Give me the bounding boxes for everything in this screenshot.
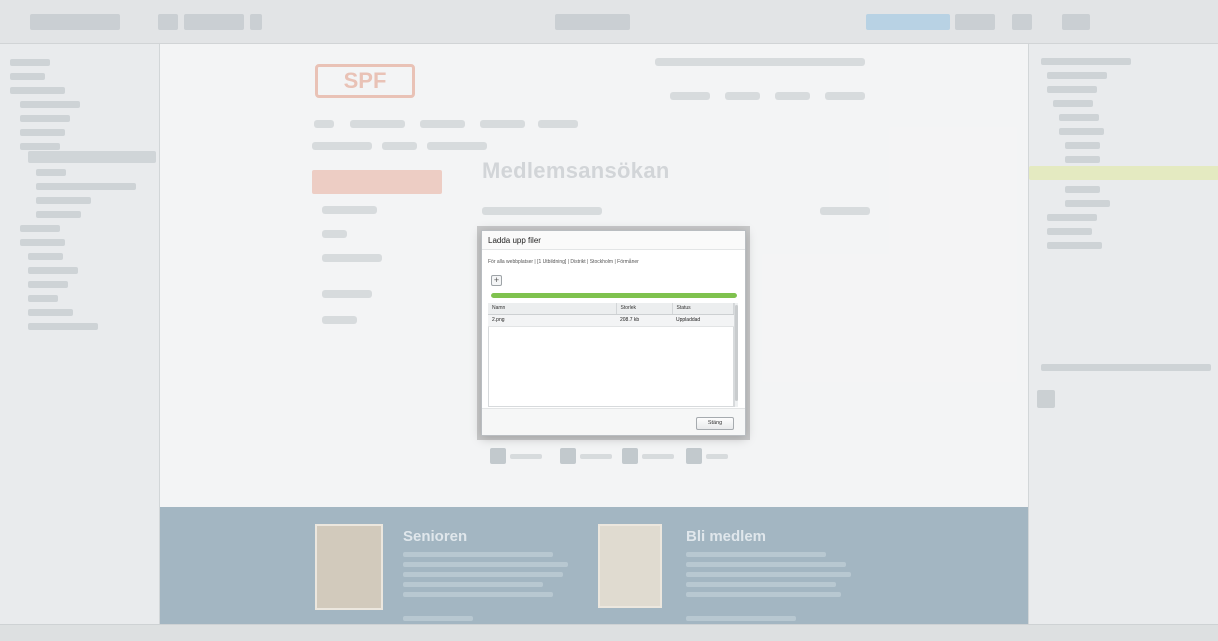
file-status: Uppladdad: [672, 314, 734, 327]
table-header-row: Namn Storlek Status: [488, 303, 734, 315]
file-list-scrollbar[interactable]: [734, 303, 738, 407]
file-name: 2.png: [488, 314, 616, 327]
add-file-button[interactable]: +: [491, 275, 502, 286]
plus-icon: +: [493, 275, 500, 285]
file-table: Namn Storlek Status 2.png 208.7 kb Uppla…: [488, 303, 734, 327]
dialog-footer: Stäng: [482, 408, 745, 435]
dialog-titlebar: Ladda upp filer: [482, 231, 745, 250]
dialog-title: Ladda upp filer: [488, 236, 541, 245]
column-header-name[interactable]: Namn: [488, 303, 617, 315]
table-row[interactable]: 2.png 208.7 kb Uppladdad: [488, 314, 734, 327]
upload-files-dialog: Ladda upp filer För alla webbplatser | […: [481, 230, 746, 436]
file-size: 208.7 kb: [616, 314, 672, 327]
upload-progress-fill: [491, 293, 737, 298]
upload-destination-path: För alla webbplatser | [1 Utbildning] | …: [488, 259, 639, 265]
close-button[interactable]: Stäng: [696, 417, 734, 430]
column-header-status[interactable]: Status: [672, 303, 734, 315]
column-header-size[interactable]: Storlek: [616, 303, 673, 315]
upload-progress-bar: [491, 293, 737, 298]
scrollbar-thumb[interactable]: [735, 305, 738, 401]
